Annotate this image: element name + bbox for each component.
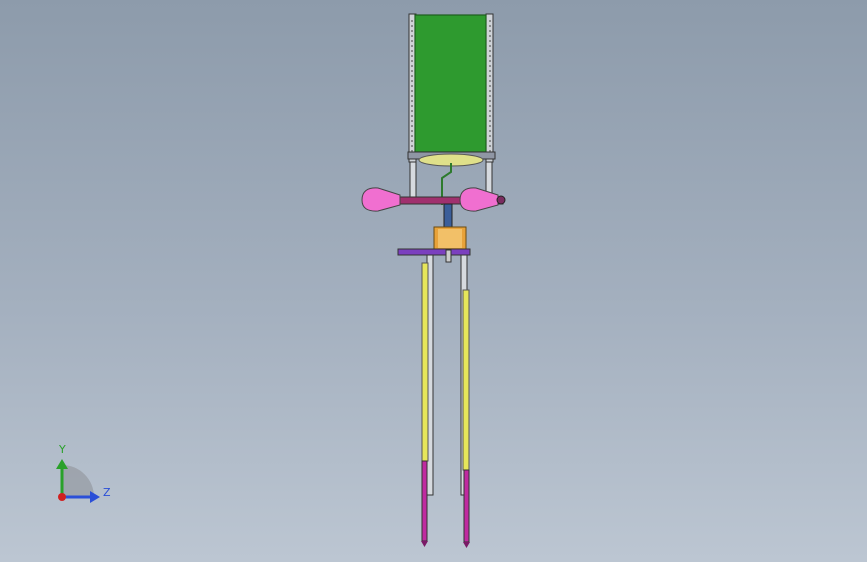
cad-viewport[interactable]: Y Z [0,0,867,562]
left-yellow-rod [421,262,429,462]
y-axis-label: Y [59,443,66,456]
drive-shaft [443,203,453,229]
purple-mount-plate[interactable] [397,248,471,256]
x-axis-origin [58,493,66,501]
axis-triad[interactable] [40,435,120,515]
right-leg-tip [463,542,470,548]
right-yellow-rod [462,289,470,471]
assembly-model[interactable] [0,0,867,562]
triad-quadrant [62,465,94,497]
left-magenta-leg [421,460,428,542]
left-leg-tip [421,541,428,547]
left-cone-weight [361,187,401,212]
green-panel-assembly[interactable] [407,13,496,167]
right-end-cap [496,195,506,205]
left-strut [409,161,417,203]
leg-assembly[interactable] [421,254,470,548]
crossbar-assembly[interactable] [361,187,506,212]
green-panel [414,14,487,153]
z-axis-label: Z [103,486,111,499]
motor-post [445,249,452,263]
right-magenta-leg [463,469,470,543]
